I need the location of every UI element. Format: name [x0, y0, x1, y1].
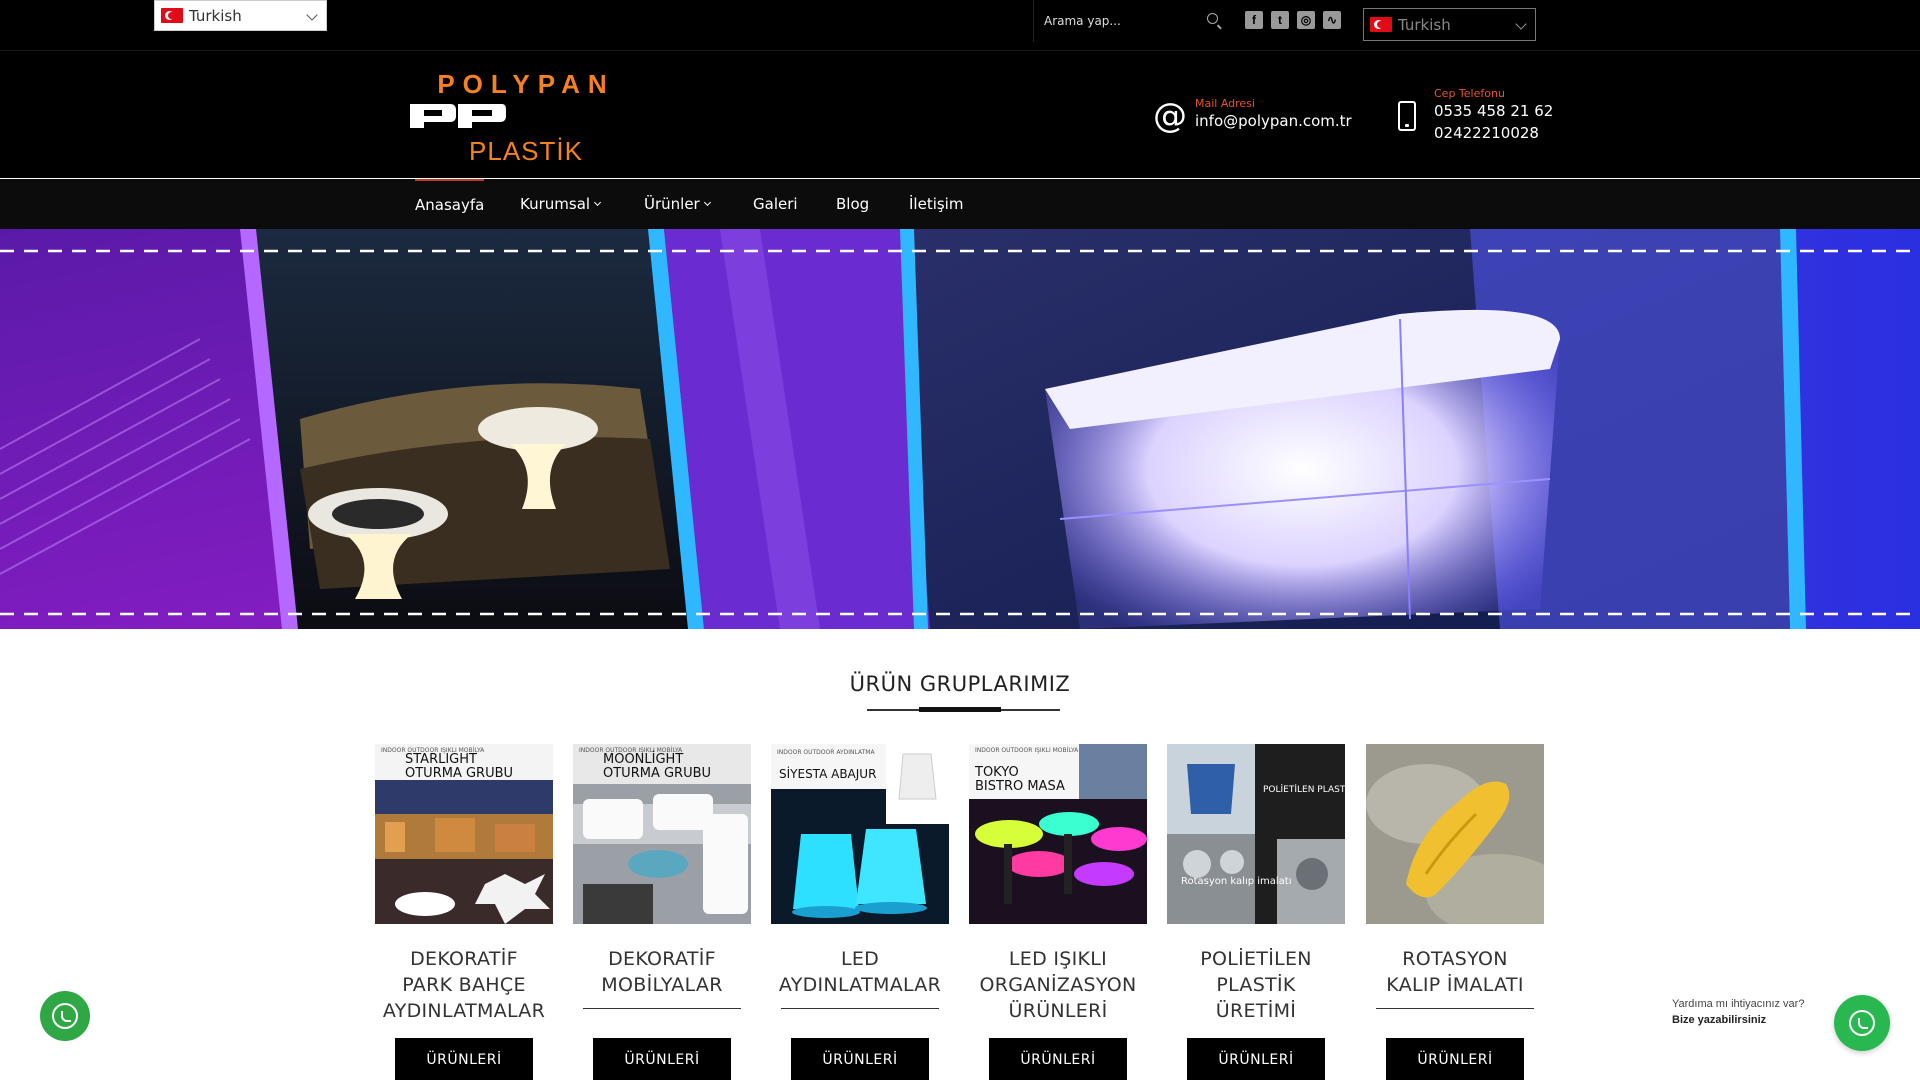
help-subtext: Bize yazabilirsiniz — [1672, 1014, 1767, 1026]
product-card-organization[interactable]: INDOOR OUTDOOR IŞIKLI MOBİLYA TOKYO BIST… — [969, 744, 1147, 1080]
nav-label: Anasayfa — [415, 196, 485, 214]
nav-corporate[interactable]: Kurumsal — [520, 179, 602, 229]
phone-icon — [1398, 101, 1416, 131]
section-title: ÜRÜN GRUPLARIMIZ — [849, 672, 1071, 696]
twitter-icon[interactable]: t — [1271, 11, 1289, 29]
products-button[interactable]: ÜRÜNLERİ — [593, 1038, 731, 1080]
turkey-flag-icon — [161, 8, 183, 23]
image-caption-2: OTURMA GRUBU — [603, 766, 711, 781]
title-divider — [583, 1008, 741, 1009]
logo-wordmark: POLYPAN — [437, 69, 615, 99]
title-divider — [1376, 1008, 1534, 1009]
mail-contact: Mail Adresi info@polypan.com.tr — [1195, 97, 1352, 132]
nav-label: İletişim — [909, 195, 964, 213]
image-caption-1: STARLIGHT — [405, 752, 477, 767]
main-nav: Anasayfa Kurumsal Ürünler Galeri Blog İl… — [0, 179, 1920, 229]
mail-value[interactable]: info@polypan.com.tr — [1195, 110, 1352, 132]
language-select-left[interactable]: Turkish — [154, 0, 327, 31]
product-card-title[interactable]: LED AYDINLATMALAR — [771, 946, 949, 998]
product-card-title[interactable]: LED IŞIKLI ORGANİZASYON ÜRÜNLERİ — [969, 946, 1147, 1024]
hero-slider[interactable] — [0, 229, 1920, 629]
phone-label: Cep Telefonu — [1434, 87, 1505, 100]
image-caption-1: SİYESTA ABAJUR — [779, 766, 876, 781]
image-caption-2: BISTRO MASA — [975, 779, 1065, 794]
chevron-down-icon — [594, 198, 602, 207]
product-image[interactable]: POLİETİLEN PLASTİK ÜRETİMİ Rotasyon kalı… — [1167, 744, 1345, 924]
polypan-logo[interactable]: POLYPAN PLASTİK — [406, 69, 646, 169]
nav-home[interactable]: Anasayfa — [415, 179, 485, 229]
image-caption-2: OTURMA GRUBU — [405, 766, 513, 781]
title-underline-accent — [919, 707, 1001, 712]
product-card-rotational-mold[interactable]: ROTASYON KALIP İMALATI ÜRÜNLERİ — [1366, 744, 1544, 1080]
whatsapp-help-bubble[interactable]: Yardıma mı ihtiyacınız var? Bize yazabil… — [1672, 998, 1822, 1044]
product-card-furniture[interactable]: INDOOR OUTDOOR IŞIKLI MOBİLYA MOONLİGHT … — [573, 744, 751, 1080]
products-button[interactable]: ÜRÜNLERİ — [1187, 1038, 1325, 1080]
phone-contact: Cep Telefonu 0535 458 21 62 02422210028 — [1434, 87, 1553, 144]
image-caption-1: TOKYO — [974, 765, 1019, 780]
product-card-park[interactable]: INDOOR OUTDOOR IŞIKLI MOBİLYA STARLIGHT … — [375, 744, 553, 1080]
logo-mark-icon — [410, 104, 506, 128]
top-bar: Turkish f t ◎ ∿ Turkish — [0, 0, 1920, 50]
nav-products[interactable]: Ürünler — [644, 179, 711, 229]
nav-contact[interactable]: İletişim — [909, 179, 963, 229]
product-card-title[interactable]: DEKORATİF PARK BAHÇE AYDINLATMALAR — [375, 946, 553, 1024]
nav-label: Kurumsal — [520, 195, 591, 213]
image-caption-1: POLİETİLEN PLASTİK ÜRETİMİ — [1263, 784, 1345, 795]
product-card-title[interactable]: ROTASYON KALIP İMALATI — [1366, 946, 1544, 998]
product-image[interactable] — [1366, 744, 1544, 924]
whatsapp-icon — [1849, 1010, 1875, 1036]
phone-number-1[interactable]: 0535 458 21 62 — [1434, 100, 1553, 122]
product-card-polyethylene[interactable]: POLİETİLEN PLASTİK ÜRETİMİ Rotasyon kalı… — [1167, 744, 1345, 1080]
language-label: Turkish — [1398, 15, 1451, 34]
nav-blog[interactable]: Blog — [836, 179, 869, 229]
title-divider — [781, 1008, 939, 1009]
products-button[interactable]: ÜRÜNLERİ — [395, 1038, 533, 1080]
nav-label: Blog — [836, 195, 870, 213]
rss-icon[interactable]: ∿ — [1323, 11, 1341, 29]
search-box — [1033, 0, 1228, 42]
image-caption-small: INDOOR OUTDOOR AYDINLATMA — [777, 749, 875, 756]
chevron-down-icon — [1515, 18, 1527, 30]
products-button[interactable]: ÜRÜNLERİ — [1386, 1038, 1524, 1080]
products-button[interactable]: ÜRÜNLERİ — [791, 1038, 929, 1080]
product-image[interactable]: INDOOR OUTDOOR IŞIKLI MOBİLYA MOONLİGHT … — [573, 744, 751, 924]
chevron-down-icon — [703, 198, 711, 207]
hero-image — [0, 229, 1920, 629]
whatsapp-button-right[interactable] — [1834, 995, 1890, 1051]
product-image[interactable]: INDOOR OUTDOOR AYDINLATMA SİYESTA ABAJUR — [771, 744, 949, 924]
product-card-title[interactable]: DEKORATİF MOBİLYALAR — [573, 946, 751, 998]
language-select-right[interactable]: Turkish — [1363, 8, 1536, 41]
products-button[interactable]: ÜRÜNLERİ — [989, 1038, 1127, 1080]
chevron-down-icon — [306, 9, 318, 21]
search-input[interactable] — [1044, 14, 1194, 28]
whatsapp-button-left[interactable] — [40, 991, 90, 1041]
nav-label: Ürünler — [644, 195, 700, 213]
product-image[interactable]: INDOOR OUTDOOR IŞIKLI MOBİLYA TOKYO BIST… — [969, 744, 1147, 924]
site-header: POLYPAN PLASTİK @ Mail Adresi info@polyp… — [0, 50, 1920, 178]
email-icon: @ — [1153, 96, 1187, 136]
help-text: Yardıma mı ihtiyacınız var? — [1672, 998, 1805, 1010]
image-caption-1: MOONLİGHT — [603, 751, 683, 767]
phone-number-2[interactable]: 02422210028 — [1434, 122, 1553, 144]
nav-label: Galeri — [753, 195, 798, 213]
image-caption-small: INDOOR OUTDOOR IŞIKLI MOBİLYA — [975, 747, 1079, 754]
facebook-icon[interactable]: f — [1245, 11, 1263, 29]
nav-gallery[interactable]: Galeri — [753, 179, 798, 229]
instagram-icon[interactable]: ◎ — [1297, 11, 1315, 29]
search-icon[interactable] — [1207, 13, 1218, 24]
product-card-led[interactable]: INDOOR OUTDOOR AYDINLATMA SİYESTA ABAJUR… — [771, 744, 949, 1080]
logo-subtitle: PLASTİK — [469, 136, 583, 166]
language-label: Turkish — [189, 6, 242, 25]
product-image[interactable]: INDOOR OUTDOOR IŞIKLI MOBİLYA STARLIGHT … — [375, 744, 553, 924]
product-card-title[interactable]: POLİETİLEN PLASTİK ÜRETİMİ — [1167, 946, 1345, 1024]
image-caption-2: Rotasyon kalıp imalatı — [1181, 876, 1292, 887]
turkey-flag-icon — [1370, 17, 1392, 32]
whatsapp-icon — [52, 1003, 78, 1029]
mail-label: Mail Adresi — [1195, 97, 1255, 110]
